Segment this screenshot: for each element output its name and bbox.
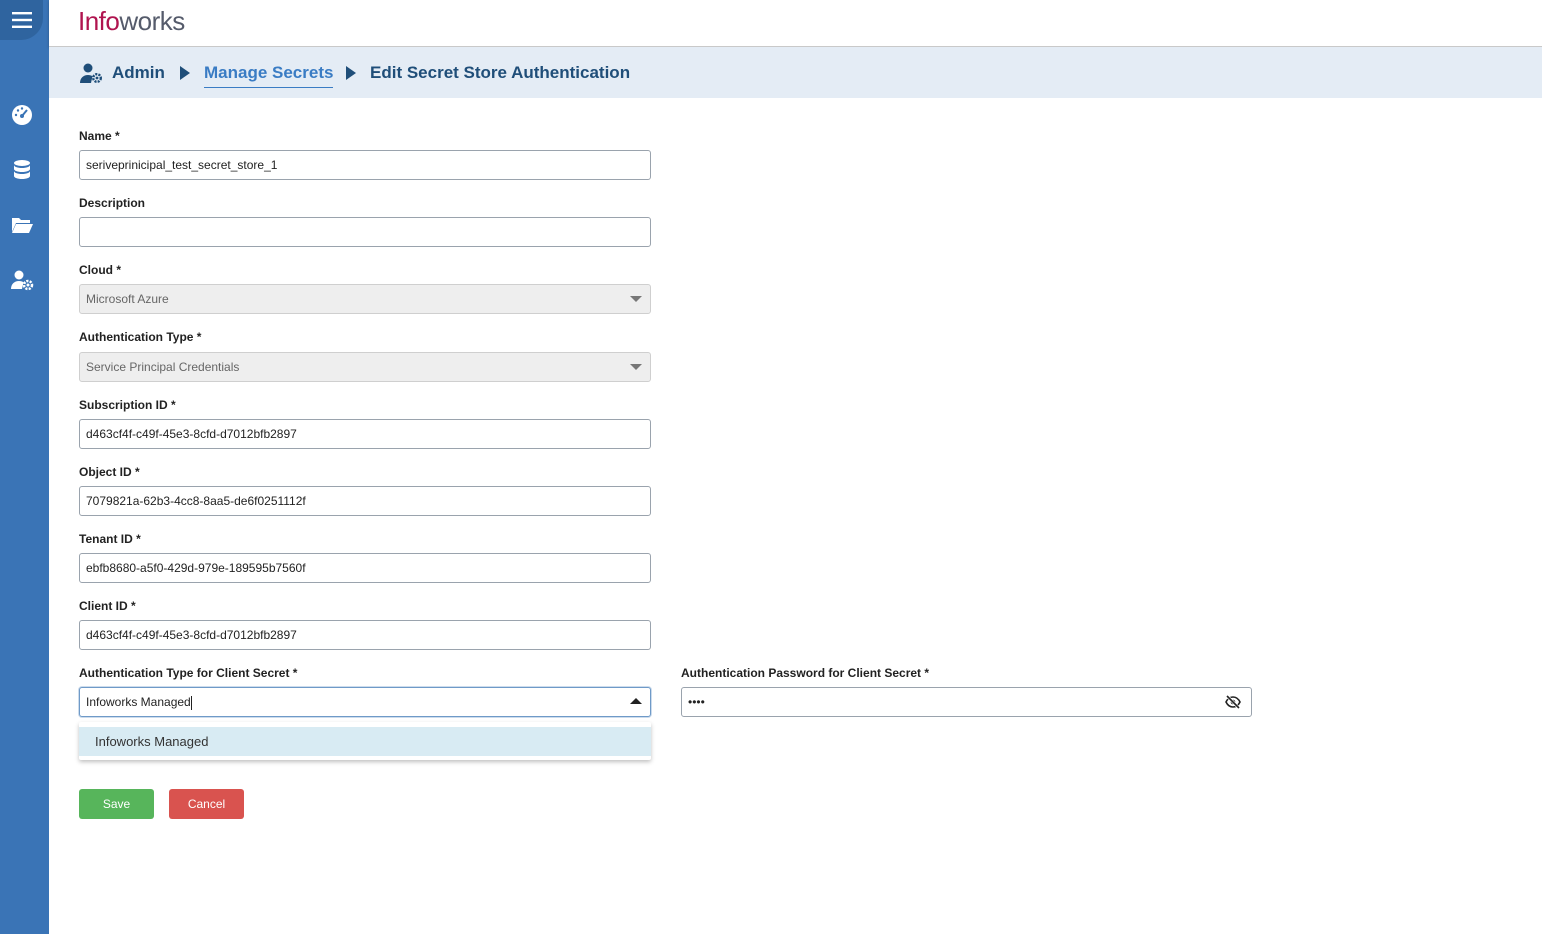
cloud-select: Microsoft Azure (79, 284, 651, 314)
dashboard-gauge-icon[interactable] (10, 103, 34, 127)
database-icon[interactable] (10, 158, 34, 182)
subscription-id-input[interactable]: d463cf4f-c49f-45e3-8cfd-d7012bfb2897 (79, 419, 651, 449)
authentication-type-value: Service Principal Credentials (86, 360, 240, 374)
breadcrumb-current-page: Edit Secret Store Authentication (370, 63, 631, 82)
client-id-label: Client ID * (79, 599, 136, 613)
object-id-label: Object ID * (79, 465, 140, 479)
client-secret-password-input[interactable]: •••• (681, 687, 1252, 717)
breadcrumb-arrow-icon (180, 66, 190, 80)
eye-slash-icon[interactable] (1225, 695, 1241, 709)
user-settings-icon[interactable] (10, 268, 34, 292)
cloud-label: Cloud * (79, 263, 121, 277)
chevron-down-icon (630, 364, 642, 370)
client-secret-password-label: Authentication Password for Client Secre… (681, 666, 930, 680)
breadcrumb: Admin Manage Secrets Edit Secret Store A… (49, 47, 1542, 98)
admin-user-settings-icon (80, 63, 102, 83)
tenant-id-input[interactable]: ebfb8680-a5f0-429d-979e-189595b7560f (79, 553, 651, 583)
logo-suffix: works (119, 6, 185, 36)
tenant-id-label: Tenant ID * (79, 532, 141, 546)
name-input[interactable]: seriveprinicipal_test_secret_store_1 (79, 150, 651, 180)
breadcrumb-admin[interactable]: Admin (112, 63, 165, 83)
name-label: Name * (79, 129, 120, 143)
chevron-down-icon (630, 296, 642, 302)
object-id-input[interactable]: 7079821a-62b3-4cc8-8aa5-de6f0251112f (79, 486, 651, 516)
sidebar (0, 0, 49, 934)
description-label: Description (79, 196, 146, 210)
app-logo[interactable]: Infoworks (78, 6, 185, 37)
client-secret-auth-type-label: Authentication Type for Client Secret * (79, 666, 298, 680)
description-input[interactable] (79, 217, 651, 247)
authentication-type-select: Service Principal Credentials (79, 352, 651, 382)
client-secret-auth-type-value: Infoworks Managed (86, 695, 191, 709)
menu-toggle-button[interactable] (0, 0, 43, 40)
breadcrumb-arrow-icon (346, 66, 356, 80)
save-button[interactable]: Save (79, 789, 154, 819)
hamburger-icon (11, 12, 32, 28)
chevron-up-icon[interactable] (630, 698, 642, 704)
text-cursor (190, 695, 192, 710)
top-bar: Infoworks (49, 0, 1542, 47)
cancel-button[interactable]: Cancel (169, 789, 244, 819)
client-secret-password-value: •••• (688, 695, 705, 709)
subscription-id-label: Subscription ID * (79, 398, 176, 412)
folder-open-icon[interactable] (10, 213, 34, 237)
client-id-input[interactable]: d463cf4f-c49f-45e3-8cfd-d7012bfb2897 (79, 620, 651, 650)
logo-prefix: Info (78, 6, 120, 36)
dropdown-option-infoworks-managed[interactable]: Infoworks Managed (79, 727, 651, 756)
cloud-select-value: Microsoft Azure (86, 292, 169, 306)
client-secret-auth-type-dropdown: Infoworks Managed (79, 722, 651, 760)
breadcrumb-manage-secrets[interactable]: Manage Secrets (204, 63, 334, 88)
authentication-type-label: Authentication Type * (79, 330, 202, 344)
client-secret-auth-type-select[interactable]: Infoworks Managed (79, 687, 651, 717)
